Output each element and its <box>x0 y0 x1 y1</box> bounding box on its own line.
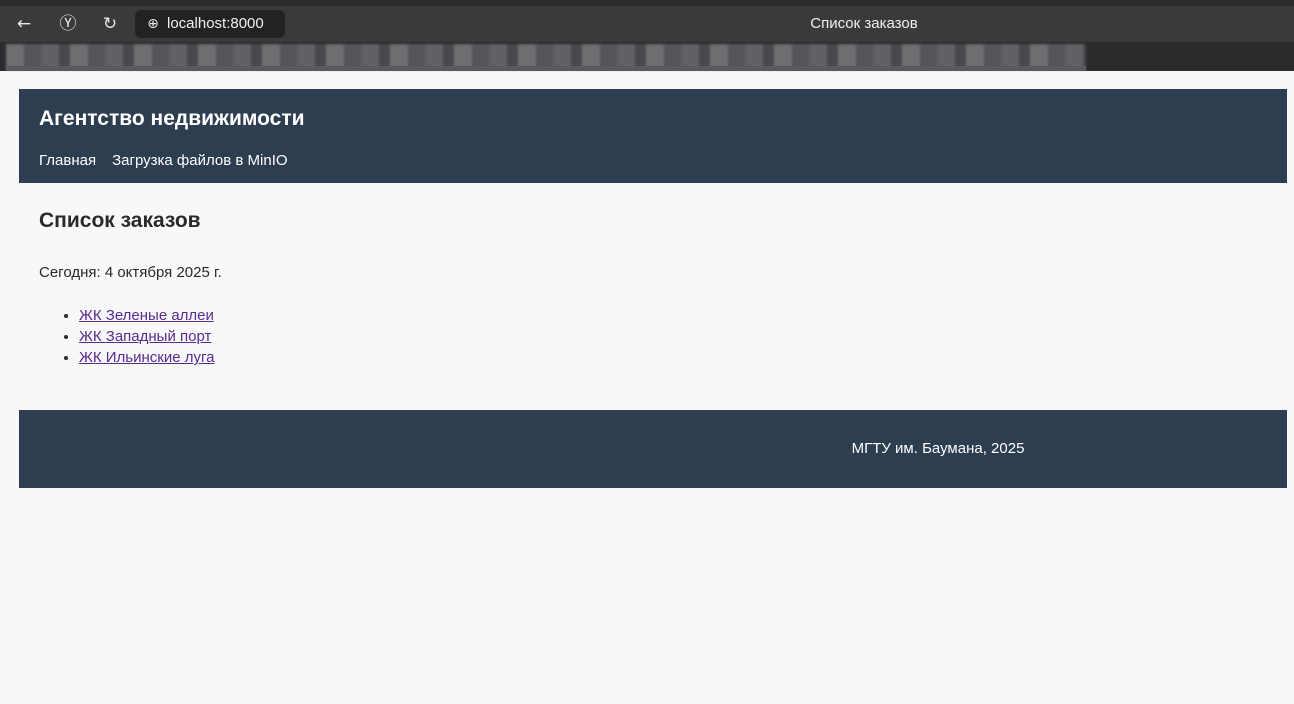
page-title: Список заказов <box>39 209 201 232</box>
main-content: Список заказов Сегодня: 4 октября 2025 г… <box>39 209 222 366</box>
bookmarks-bar-edge <box>6 66 1086 71</box>
order-link[interactable]: ЖК Зеленые аллеи <box>79 307 214 324</box>
nav-link-home[interactable]: Главная <box>39 152 96 169</box>
list-item: ЖК Западный порт <box>79 326 214 347</box>
nav-link-minio-upload[interactable]: Загрузка файлов в MinIO <box>112 152 287 169</box>
orders-list: ЖК Зеленые аллеи ЖК Западный порт ЖК Иль… <box>39 305 214 368</box>
site-footer: МГТУ им. Баумана, 2025 <box>19 410 1287 488</box>
today-date: Сегодня: 4 октября 2025 г. <box>39 264 222 281</box>
site-header: Агентство недвижимости Главная Загрузка ф… <box>19 89 1287 183</box>
tab-title: Список заказов <box>810 15 918 32</box>
main-nav: Главная Загрузка файлов в MinIO <box>39 152 304 170</box>
order-link[interactable]: ЖК Ильинские луга <box>79 349 214 366</box>
list-item: ЖК Ильинские луга <box>79 347 214 368</box>
footer-text: МГТУ им. Баумана, 2025 <box>851 440 1025 457</box>
list-item: ЖК Зеленые аллеи <box>79 305 214 326</box>
browser-chrome: ← Ⓨ ↻ ⊕ localhost:8000 Список заказов <box>0 0 1294 71</box>
site-title: Агентство недвижимости <box>39 107 305 130</box>
order-link[interactable]: ЖК Западный порт <box>79 328 211 345</box>
